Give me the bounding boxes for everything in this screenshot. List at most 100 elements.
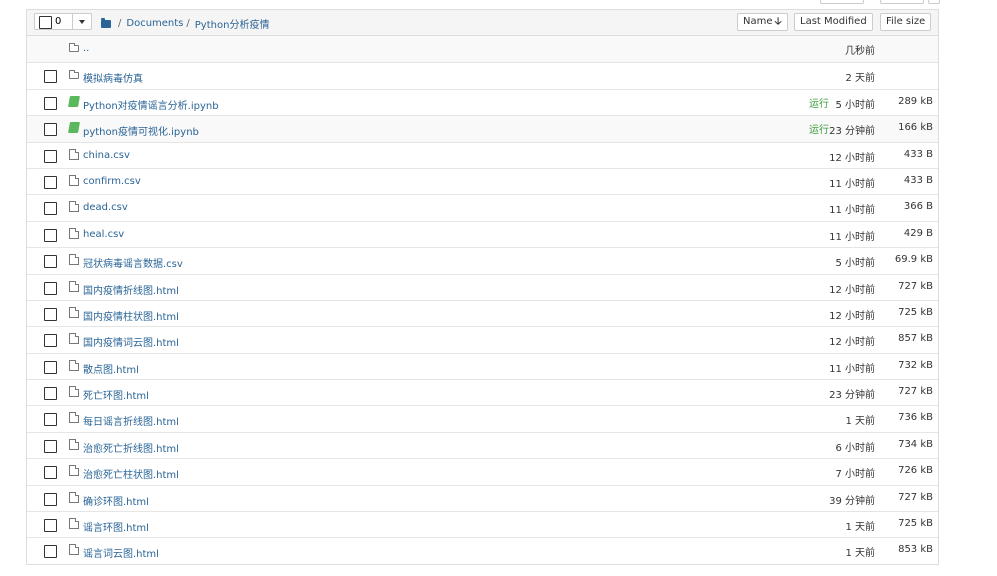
item-last-modified: 12 小时前 xyxy=(829,284,875,296)
sort-last-modified-button[interactable]: Last Modified xyxy=(794,13,873,31)
row-checkbox[interactable] xyxy=(44,545,57,559)
item-name-link[interactable]: python疫情可视化.ipynb xyxy=(83,123,199,138)
item-name-link[interactable]: 谣言环图.html xyxy=(83,519,149,534)
list-item[interactable]: .. 几秒前 xyxy=(27,36,938,63)
row-checkbox[interactable] xyxy=(44,228,57,242)
row-checkbox[interactable] xyxy=(44,175,57,189)
row-checkbox[interactable] xyxy=(44,334,57,348)
file-icon xyxy=(69,386,79,398)
row-checkbox[interactable] xyxy=(44,123,57,137)
list-item[interactable]: 确诊环图.html 39 分钟前 727 kB xyxy=(27,484,938,512)
list-item[interactable]: Python对疫情谣言分析.ipynb 运行 5 小时前 289 kB xyxy=(27,88,938,116)
list-item[interactable]: 模拟病毒仿真 2 天前 xyxy=(27,62,938,89)
item-file-size: 727 kB xyxy=(898,491,933,503)
row-checkbox[interactable] xyxy=(44,360,57,374)
item-last-modified: 11 小时前 xyxy=(829,205,875,217)
list-item[interactable]: 谣言词云图.html 1 天前 853 kB xyxy=(27,537,938,564)
file-icon xyxy=(69,518,79,530)
row-checkbox[interactable] xyxy=(44,281,57,295)
file-icon xyxy=(69,306,79,318)
list-item[interactable]: 国内疫情词云图.html 12 小时前 857 kB xyxy=(27,326,938,353)
file-icon xyxy=(69,148,79,160)
sort-file-size-button[interactable]: File size xyxy=(880,13,932,31)
item-name-link[interactable]: 治愈死亡柱状图.html xyxy=(83,466,179,481)
item-name-link[interactable]: 模拟病毒仿真 xyxy=(83,70,143,85)
item-file-size: 726 kB xyxy=(898,465,933,477)
folder-icon xyxy=(69,43,79,52)
list-item[interactable]: 每日谣言折线图.html 1 天前 736 kB xyxy=(27,405,938,432)
list-item[interactable]: heal.csv 11 小时前 429 B xyxy=(27,220,938,248)
file-icon xyxy=(69,438,79,450)
list-item[interactable]: python疫情可视化.ipynb 运行 23 分钟前 166 kB xyxy=(27,115,938,142)
item-name-link[interactable]: 国内疫情词云图.html xyxy=(83,334,179,349)
item-name-link[interactable]: dead.csv xyxy=(83,202,128,213)
sort-name-button[interactable]: Name 🡣 xyxy=(737,13,788,31)
breadcrumb-separator: / xyxy=(186,18,190,29)
row-checkbox[interactable] xyxy=(44,307,57,321)
item-last-modified: 12 小时前 xyxy=(829,152,875,164)
file-icon xyxy=(69,491,79,503)
list-item[interactable]: 治愈死亡折线图.html 6 小时前 734 kB xyxy=(27,431,938,459)
list-item[interactable]: 冠状病毒谣言数据.csv 5 小时前 69.9 kB xyxy=(27,247,938,274)
item-file-size: 433 B xyxy=(903,148,933,160)
item-name-link[interactable]: 国内疫情柱状图.html xyxy=(83,308,179,323)
list-item[interactable]: 国内疫情折线图.html 12 小时前 727 kB xyxy=(27,273,938,300)
item-name-link[interactable]: 死亡环图.html xyxy=(83,387,149,402)
row-checkbox[interactable] xyxy=(44,439,57,453)
folder-icon xyxy=(69,70,79,80)
item-name-link[interactable]: 国内疫情折线图.html xyxy=(83,282,179,297)
row-checkbox[interactable] xyxy=(44,202,57,216)
item-last-modified: 12 小时前 xyxy=(829,310,875,322)
item-last-modified: 几秒前 xyxy=(845,46,875,57)
select-all-dropdown[interactable]: 0 xyxy=(34,13,92,30)
item-name-link[interactable]: 治愈死亡折线图.html xyxy=(83,440,179,455)
list-item[interactable]: 治愈死亡柱状图.html 7 小时前 726 kB xyxy=(27,458,938,485)
list-item[interactable]: 国内疫情柱状图.html 12 小时前 725 kB xyxy=(27,299,938,327)
select-all-checkbox[interactable] xyxy=(39,16,52,29)
folder-home-icon[interactable] xyxy=(101,17,111,28)
breadcrumb-documents[interactable]: Documents xyxy=(126,18,183,29)
list-item[interactable]: 死亡环图.html 23 分钟前 727 kB xyxy=(27,379,938,406)
item-name-link[interactable]: 冠状病毒谣言数据.csv xyxy=(83,255,183,270)
item-file-size: 433 B xyxy=(903,174,933,186)
item-name-link[interactable]: china.csv xyxy=(83,150,130,161)
row-checkbox[interactable] xyxy=(44,149,57,163)
caret-down-icon[interactable] xyxy=(79,20,85,24)
selected-count: 0 xyxy=(55,16,62,27)
item-name-link[interactable]: confirm.csv xyxy=(83,176,141,187)
item-file-size: 289 kB xyxy=(898,95,933,107)
item-name-link[interactable]: heal.csv xyxy=(83,229,124,240)
toolbar-button-partial[interactable] xyxy=(880,0,924,4)
item-last-modified: 11 小时前 xyxy=(829,231,875,243)
item-name-link[interactable]: .. xyxy=(83,43,89,54)
item-file-size: 857 kB xyxy=(898,333,933,345)
row-checkbox[interactable] xyxy=(44,519,57,533)
row-checkbox[interactable] xyxy=(44,413,57,427)
list-item[interactable]: confirm.csv 11 小时前 433 B xyxy=(27,167,938,195)
file-icon xyxy=(69,174,79,186)
row-checkbox[interactable] xyxy=(44,387,57,401)
item-name-link[interactable]: Python对疫情谣言分析.ipynb xyxy=(83,97,219,112)
item-name-link[interactable]: 每日谣言折线图.html xyxy=(83,413,179,428)
item-name-link[interactable]: 确诊环图.html xyxy=(83,493,149,508)
row-checkbox[interactable] xyxy=(44,255,57,269)
row-checkbox[interactable] xyxy=(44,96,57,110)
list-item[interactable]: china.csv 12 小时前 433 B xyxy=(27,141,938,168)
item-last-modified: 23 分钟前 xyxy=(829,126,875,138)
row-checkbox[interactable] xyxy=(44,70,57,84)
item-name-link[interactable]: 散点图.html xyxy=(83,361,139,376)
row-checkbox[interactable] xyxy=(44,466,57,480)
breadcrumb-current[interactable]: Python分析疫情 xyxy=(195,16,270,31)
notebook-icon xyxy=(68,95,80,107)
sort-last-modified-label: Last Modified xyxy=(800,16,867,27)
toolbar-button-partial[interactable] xyxy=(820,0,864,4)
toolbar-button-partial[interactable] xyxy=(928,0,940,4)
item-name-link[interactable]: 谣言词云图.html xyxy=(83,545,159,560)
row-checkbox[interactable] xyxy=(44,492,57,506)
list-item[interactable]: 散点图.html 11 小时前 732 kB xyxy=(27,352,938,380)
file-icon xyxy=(69,254,79,266)
item-file-size: 732 kB xyxy=(898,359,933,371)
list-item[interactable]: dead.csv 11 小时前 366 B xyxy=(27,194,938,221)
list-item[interactable]: 谣言环图.html 1 天前 725 kB xyxy=(27,511,938,538)
item-last-modified: 1 天前 xyxy=(845,548,875,560)
